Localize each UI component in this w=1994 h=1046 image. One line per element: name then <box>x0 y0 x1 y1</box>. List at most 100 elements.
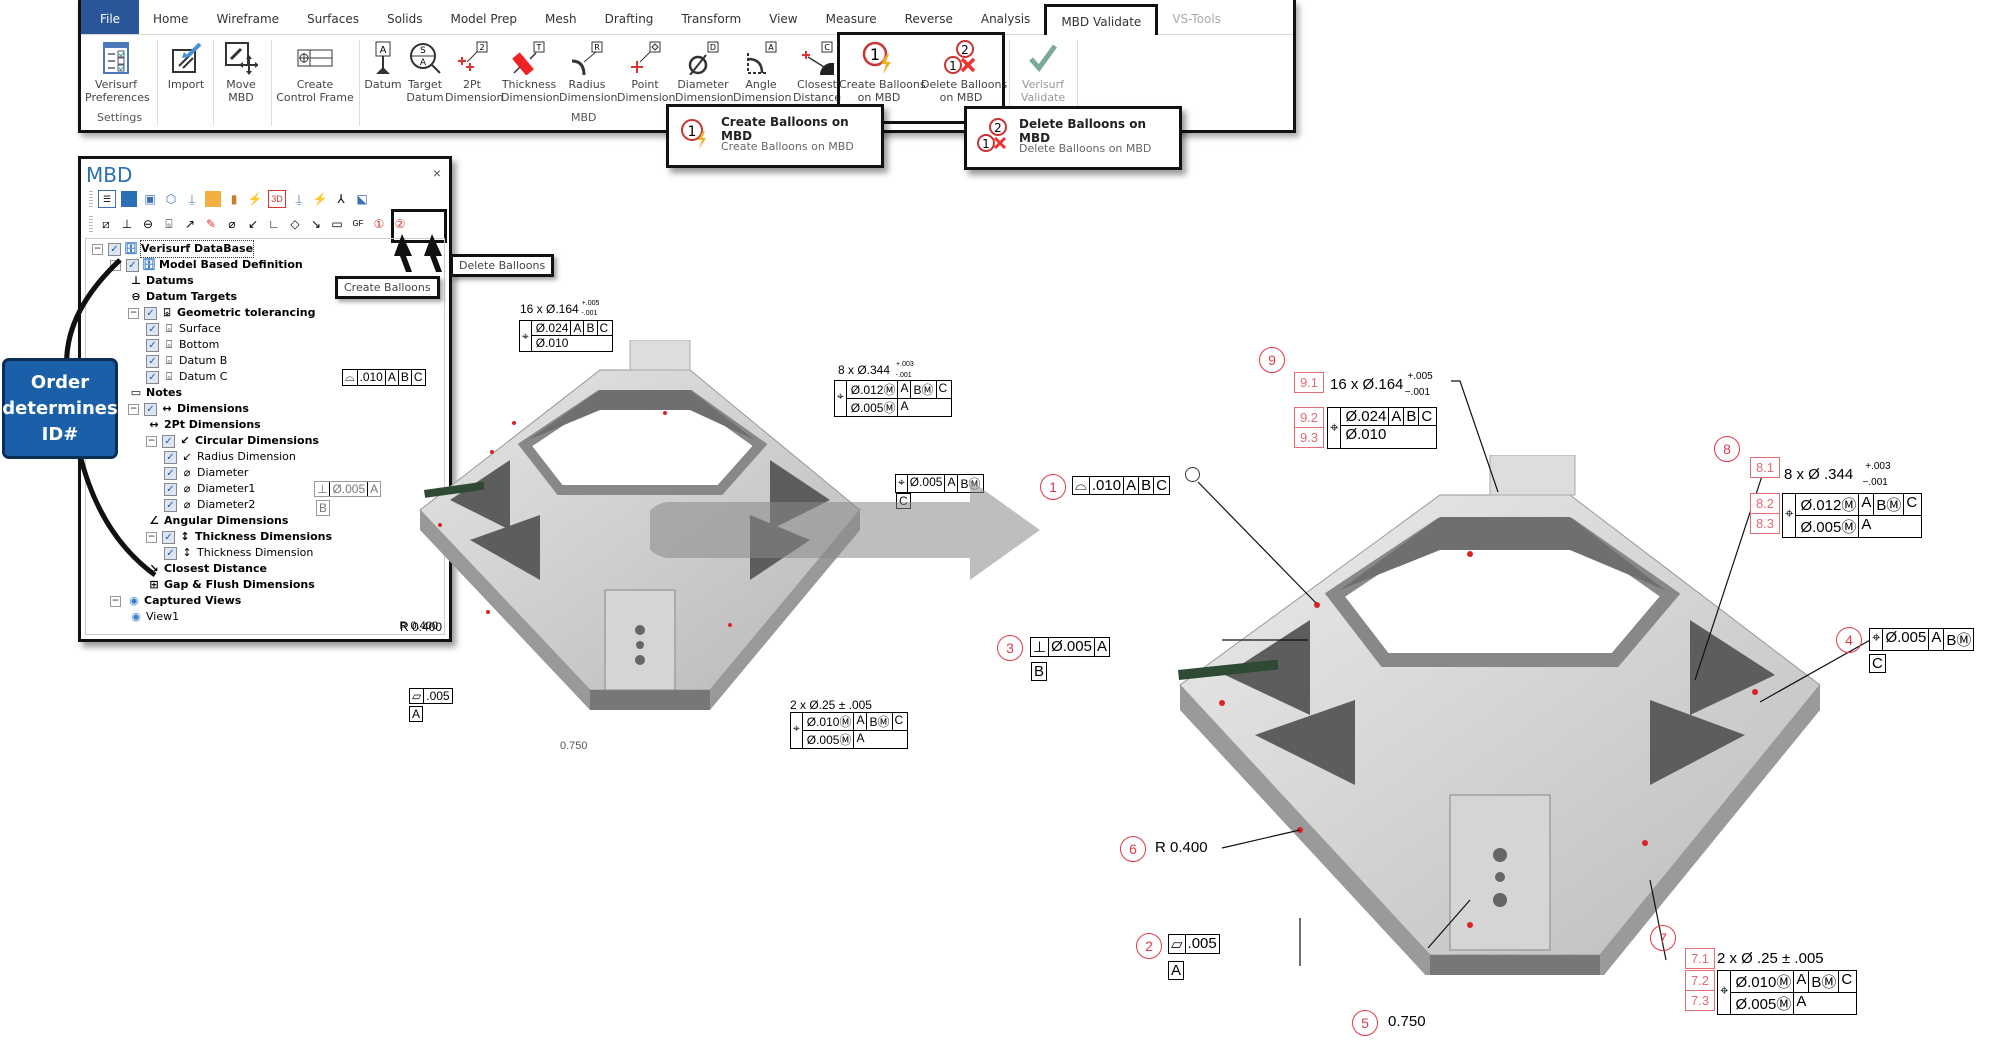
close-icon[interactable]: × <box>433 165 441 181</box>
cube-icon[interactable]: ⬡ <box>163 191 179 207</box>
export-icon[interactable]: ⚡ <box>247 191 263 207</box>
gap-flush-icon[interactable]: GF <box>350 216 366 232</box>
visibility-checkbox[interactable]: ✓ <box>164 466 177 480</box>
visibility-checkbox[interactable]: ✓ <box>162 530 175 544</box>
toolbar-grip[interactable] <box>89 216 93 232</box>
closest-distance-icon[interactable]: ↘ <box>308 216 324 232</box>
tree-item[interactable]: ↔ 2Pt Dimensions <box>146 417 260 433</box>
3d-pdf-icon[interactable]: 3D <box>268 190 286 208</box>
angle-dimension-button[interactable]: A Angle Dimension <box>733 38 791 104</box>
balloon-7[interactable]: 7 <box>1650 925 1676 951</box>
move-mbd-button[interactable]: Move MBD <box>217 38 265 104</box>
tab-reverse[interactable]: Reverse <box>891 0 967 34</box>
tree-item[interactable]: ✓ ⌀ Diameter <box>164 465 248 481</box>
tree-item[interactable]: ✓ ↕ Thickness Dimension <box>164 545 313 561</box>
sub-balloon-8-2[interactable]: 8.2 <box>1750 493 1780 514</box>
tab-vs-tools[interactable]: VS-Tools <box>1158 0 1235 34</box>
balloon-4[interactable]: 4 <box>1836 627 1862 653</box>
balloon-5[interactable]: 5 <box>1352 1010 1378 1036</box>
tab-file[interactable]: File <box>81 0 139 34</box>
collapse-toggle-icon[interactable]: − <box>110 595 121 607</box>
tree-item[interactable]: − ◉ Captured Views <box>110 593 241 609</box>
radius-dimension-icon[interactable]: ↙ <box>245 216 261 232</box>
visibility-checkbox[interactable]: ✓ <box>164 482 177 496</box>
tab-wireframe[interactable]: Wireframe <box>202 0 293 34</box>
tab-surfaces[interactable]: Surfaces <box>293 0 373 34</box>
balloon-8[interactable]: 8 <box>1714 436 1740 462</box>
verisurf-preferences-button[interactable]: Verisurf Preferences <box>85 38 150 104</box>
2pt-dimension-button[interactable]: 2 2Pt Dimension <box>445 38 503 104</box>
axes-icon[interactable]: ⅄ <box>333 191 349 207</box>
tree-item[interactable]: ✓ ⌀ Diameter1 <box>164 481 255 497</box>
toolbar-grip[interactable] <box>89 191 93 207</box>
collapse-toggle-icon[interactable]: − <box>92 243 103 255</box>
2pt-dimension-icon[interactable]: ↗ <box>182 216 198 232</box>
origin-icon[interactable]: ⍊ <box>291 191 307 207</box>
balloon-6[interactable]: 6 <box>1120 836 1146 862</box>
sub-balloon-7-2[interactable]: 7.2 <box>1685 970 1715 991</box>
tree-item[interactable]: ◉ View1 <box>128 609 179 625</box>
verisurf-validate-button[interactable]: Verisurf Validate <box>1015 38 1071 104</box>
radius-dimension-button[interactable]: R Radius Dimension <box>559 38 617 104</box>
point-dimension-icon[interactable]: ◇ <box>287 216 303 232</box>
datum-button[interactable]: A Datum <box>363 38 403 91</box>
tab-home[interactable]: Home <box>139 0 202 34</box>
tab-mesh[interactable]: Mesh <box>531 0 591 34</box>
diameter-dimension-icon[interactable]: ⌀ <box>224 216 240 232</box>
sub-balloon-9-1[interactable]: 9.1 <box>1294 372 1324 393</box>
balloon-2[interactable]: 2 <box>1136 933 1162 959</box>
tab-analysis[interactable]: Analysis <box>967 0 1044 34</box>
point-dimension-button[interactable]: Point Dimension <box>617 38 675 104</box>
note-icon[interactable]: ▭ <box>329 216 345 232</box>
create-control-frame-button[interactable]: Create Control Frame <box>275 38 355 104</box>
tab-view[interactable]: View <box>755 0 811 34</box>
control-frame-icon[interactable]: ⌺ <box>161 216 177 232</box>
import-icon[interactable]: ⬕ <box>354 191 370 207</box>
tab-solids[interactable]: Solids <box>373 0 437 34</box>
gt-icon: ⌺ <box>165 338 173 351</box>
tree-item[interactable]: ✓ ↙ Radius Dimension <box>164 449 296 465</box>
target-datum-button[interactable]: SA Target Datum <box>405 38 445 104</box>
move-mbd-icon[interactable]: ⧄ <box>98 216 114 232</box>
balloon-1[interactable]: 1 <box>1040 474 1066 500</box>
tab-drafting[interactable]: Drafting <box>591 0 668 34</box>
tree-item[interactable]: − ✓ ↙ Circular Dimensions <box>146 433 319 449</box>
thickness-dimension-icon[interactable]: ✎ <box>203 216 219 232</box>
angle-dimension-icon[interactable]: ∟ <box>266 216 282 232</box>
tree-item[interactable]: ↘ Closest Distance <box>146 561 267 577</box>
tree-item[interactable]: ⊞ Gap & Flush Dimensions <box>146 577 314 593</box>
csys-icon[interactable]: ⍊ <box>184 191 200 207</box>
tree-item[interactable]: ∠ Angular Dimensions <box>146 513 288 529</box>
tree-item[interactable]: ✓ ⌀ Diameter2 <box>164 497 255 513</box>
visibility-checkbox[interactable]: ✓ <box>164 498 177 512</box>
properties-icon[interactable]: ☰ <box>98 190 116 208</box>
target-datum-icon[interactable]: ⊖ <box>140 216 156 232</box>
visibility-checkbox[interactable]: ✓ <box>164 450 177 464</box>
sub-balloon-8-1[interactable]: 8.1 <box>1750 457 1780 478</box>
thickness-dimension-button[interactable]: T Thickness Dimension <box>501 38 559 104</box>
tab-mbd-validate[interactable]: MBD Validate <box>1044 3 1159 35</box>
sub-balloon-9-2[interactable]: 9.2 <box>1294 407 1324 428</box>
note-icon[interactable] <box>205 191 221 207</box>
tree-item[interactable]: − ✓ ↕ Thickness Dimensions <box>146 529 332 545</box>
book-icon[interactable] <box>121 191 137 207</box>
sub-balloon-7-1[interactable]: 7.1 <box>1685 948 1715 969</box>
sub-balloon-9-3[interactable]: 9.3 <box>1294 427 1324 448</box>
balloon-3[interactable]: 3 <box>997 635 1023 661</box>
tab-transform[interactable]: Transform <box>667 0 755 34</box>
lightning-icon[interactable]: ⚡ <box>312 191 328 207</box>
closest-distance-button[interactable]: C Closest Distance <box>791 38 843 104</box>
visibility-checkbox[interactable]: ✓ <box>108 242 121 256</box>
tab-model-prep[interactable]: Model Prep <box>436 0 531 34</box>
datum-icon[interactable]: ⊥ <box>119 216 135 232</box>
tab-measure[interactable]: Measure <box>812 0 891 34</box>
balloon-9[interactable]: 9 <box>1259 347 1285 373</box>
sub-balloon-7-3[interactable]: 7.3 <box>1685 990 1715 1011</box>
box-icon[interactable]: ▮ <box>226 191 242 207</box>
visibility-checkbox[interactable]: ✓ <box>164 546 177 560</box>
capture-view-icon[interactable]: ▣ <box>142 191 158 207</box>
visibility-checkbox[interactable]: ✓ <box>162 434 175 448</box>
import-button[interactable]: Import <box>163 38 209 91</box>
diameter-dimension-button[interactable]: D Diameter Dimension <box>675 38 733 104</box>
sub-balloon-8-3[interactable]: 8.3 <box>1750 513 1780 534</box>
